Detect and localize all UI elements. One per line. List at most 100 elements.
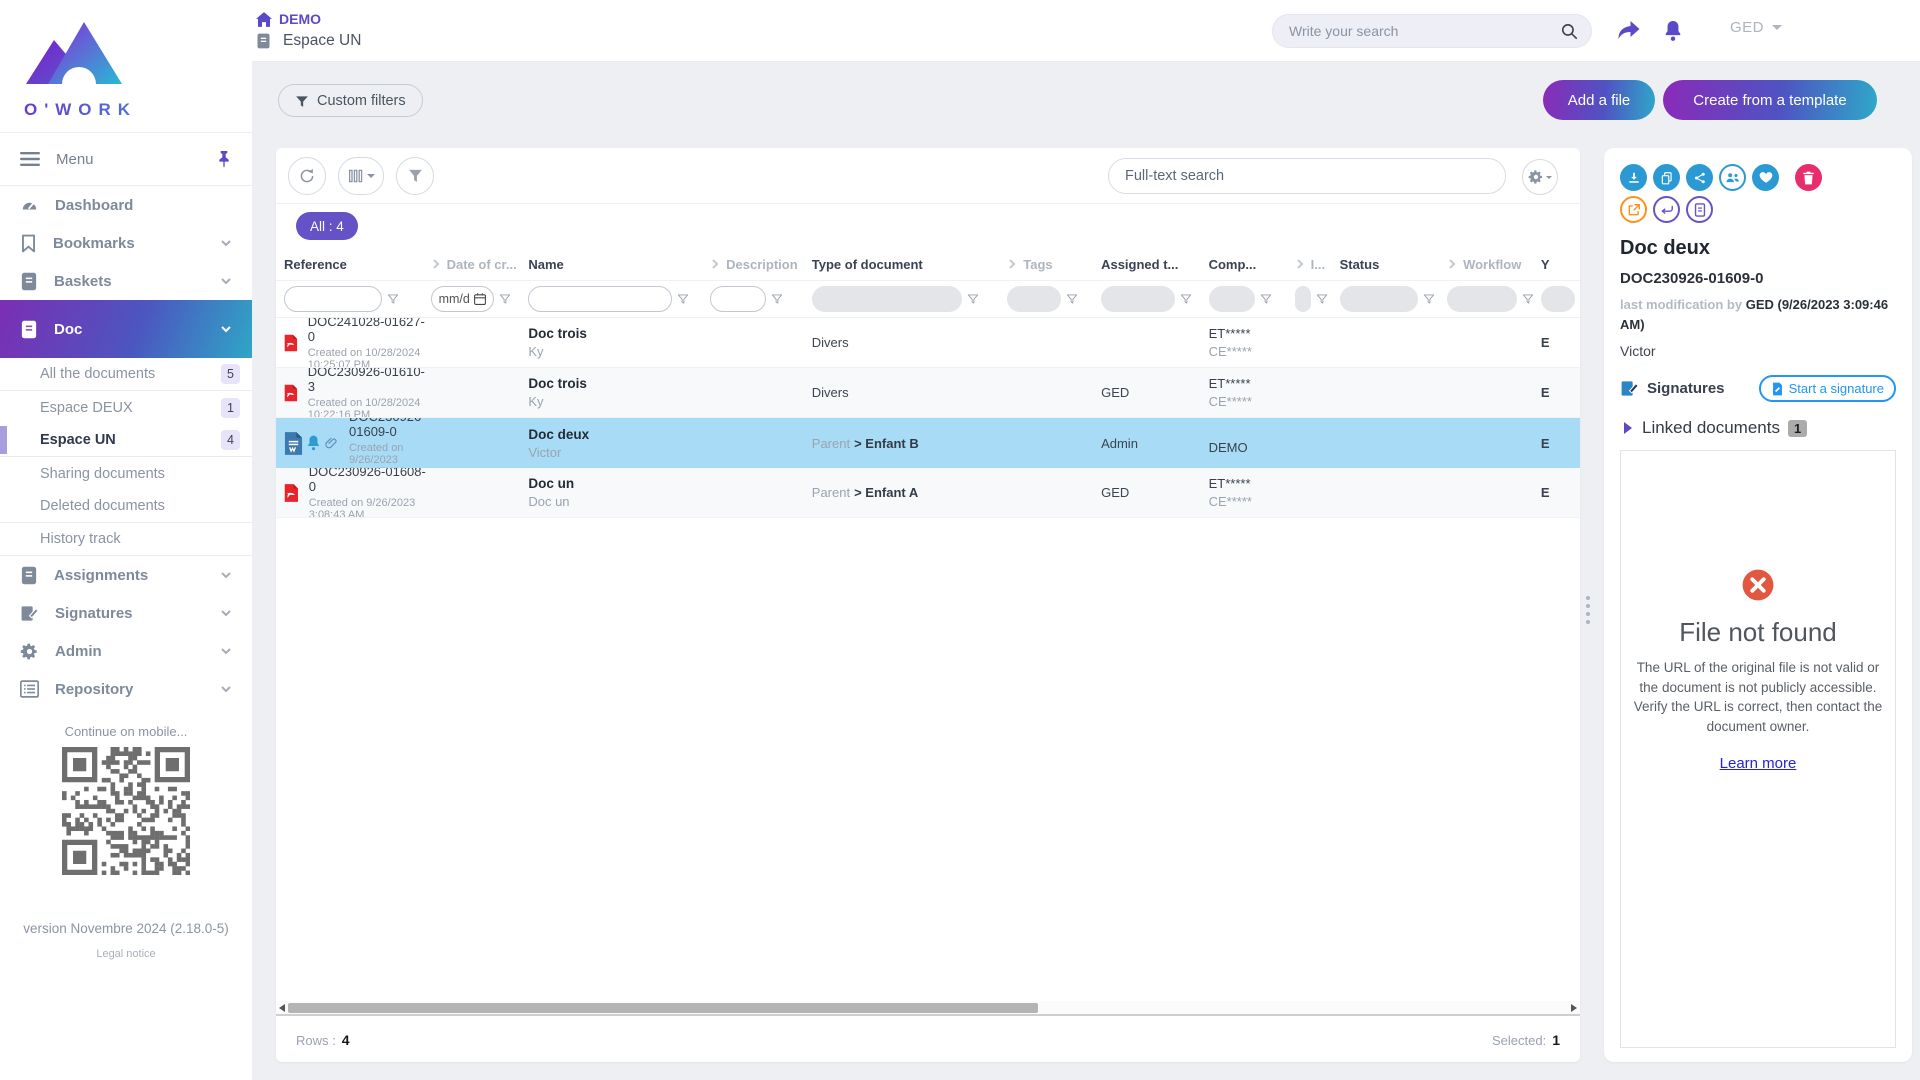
filter-assigned-select[interactable] bbox=[1101, 286, 1175, 312]
main-area: DEMO Espace UN bbox=[252, 0, 1920, 1080]
add-file-button[interactable]: Add a file bbox=[1543, 80, 1655, 120]
assign-users-button[interactable] bbox=[1719, 164, 1746, 191]
custom-filters-button[interactable]: Custom filters bbox=[278, 84, 423, 117]
filter-date-input[interactable]: mm/d bbox=[431, 286, 494, 312]
user-menu[interactable]: GED bbox=[1730, 19, 1782, 36]
sidebar-item-assignments[interactable]: Assignments bbox=[0, 556, 252, 594]
pdf-file-icon bbox=[284, 331, 298, 355]
document-name: Doc trois bbox=[528, 376, 587, 391]
column-header-y[interactable]: Y bbox=[1541, 257, 1580, 272]
menu-header: Menu bbox=[0, 132, 252, 186]
column-header-assigned[interactable]: Assigned t... bbox=[1101, 257, 1209, 272]
column-header-description[interactable]: Description bbox=[710, 257, 812, 272]
horizontal-scrollbar[interactable] bbox=[276, 1001, 1580, 1016]
filter-icon[interactable] bbox=[1315, 292, 1329, 306]
filter-icon[interactable] bbox=[966, 292, 980, 306]
reply-return-button[interactable] bbox=[1653, 196, 1680, 223]
filter-name-input[interactable] bbox=[528, 286, 672, 312]
document-properties-button[interactable] bbox=[1686, 196, 1713, 223]
column-header-name[interactable]: Name bbox=[528, 257, 710, 272]
filter-description-input[interactable] bbox=[710, 286, 766, 312]
breadcrumb-root[interactable]: DEMO bbox=[256, 8, 361, 30]
column-header-workflow[interactable]: Workflow bbox=[1447, 257, 1541, 272]
filter-status-select[interactable] bbox=[1340, 286, 1418, 312]
create-from-template-button[interactable]: Create from a template bbox=[1663, 80, 1877, 120]
scroll-left-arrow[interactable] bbox=[279, 1004, 285, 1012]
sidebar-item-deleted-documents[interactable]: Deleted documents bbox=[0, 490, 252, 523]
all-count-badge[interactable]: All : 4 bbox=[296, 212, 358, 240]
search-icon[interactable] bbox=[1560, 22, 1579, 41]
linked-documents-toggle[interactable]: Linked documents 1 bbox=[1620, 418, 1896, 438]
scrollbar-thumb[interactable] bbox=[288, 1003, 1038, 1013]
sidebar-item-bookmarks[interactable]: Bookmarks bbox=[0, 224, 252, 262]
document-type: Divers bbox=[812, 335, 849, 350]
filter-y-select[interactable] bbox=[1541, 286, 1575, 312]
fulltext-search-input[interactable] bbox=[1125, 168, 1489, 184]
sidebar-item-admin[interactable]: Admin bbox=[0, 632, 252, 670]
table-row[interactable]: DOC230926-01610-3 Created on 10/28/2024 … bbox=[276, 368, 1580, 418]
sidebar-item-espace-deux[interactable]: Espace DEUX 1 bbox=[0, 391, 252, 424]
assigned-to: GED bbox=[1101, 385, 1129, 400]
column-header-tags[interactable]: Tags bbox=[1007, 257, 1101, 272]
legal-notice-link[interactable]: Legal notice bbox=[0, 948, 252, 960]
filter-tags-select[interactable] bbox=[1007, 286, 1061, 312]
column-header-reference[interactable]: Reference bbox=[284, 257, 431, 272]
count-badge: 1 bbox=[221, 398, 240, 418]
document-name: Doc trois bbox=[528, 326, 587, 341]
filter-icon[interactable] bbox=[386, 292, 400, 306]
table-row[interactable]: DOC230926-01608-0 Created on 9/26/2023 3… bbox=[276, 468, 1580, 518]
sidebar-item-espace-un[interactable]: Espace UN 4 bbox=[0, 424, 252, 457]
column-header-company[interactable]: Comp... bbox=[1209, 257, 1295, 272]
pin-icon[interactable] bbox=[216, 150, 232, 168]
share-button[interactable] bbox=[1686, 164, 1713, 191]
filter-reference-input[interactable] bbox=[284, 286, 382, 312]
notifications-button[interactable] bbox=[1656, 14, 1690, 48]
copy-button[interactable] bbox=[1653, 164, 1680, 191]
table-row-selected[interactable]: DOC230926-01609-0 Created on 9/26/2023 3… bbox=[276, 418, 1580, 468]
favorite-button[interactable] bbox=[1752, 164, 1779, 191]
filter-button[interactable] bbox=[396, 157, 434, 195]
start-signature-button[interactable]: Start a signature bbox=[1759, 375, 1896, 402]
sidebar-item-doc[interactable]: Doc bbox=[0, 300, 252, 358]
sidebar-item-repository[interactable]: Repository bbox=[0, 670, 252, 708]
filter-icon[interactable] bbox=[1259, 292, 1273, 306]
filter-i-select[interactable] bbox=[1295, 286, 1311, 312]
panel-resize-grip[interactable] bbox=[1586, 596, 1590, 624]
gear-icon bbox=[20, 642, 39, 661]
column-header-type[interactable]: Type of document bbox=[812, 257, 1007, 272]
global-search-input[interactable] bbox=[1289, 23, 1560, 39]
open-external-button[interactable] bbox=[1620, 196, 1647, 223]
sidebar-item-history-track[interactable]: History track bbox=[0, 523, 252, 556]
document-subname: Victor bbox=[528, 445, 589, 460]
column-header-status[interactable]: Status bbox=[1340, 257, 1448, 272]
sidebar-item-sharing-documents[interactable]: Sharing documents bbox=[0, 457, 252, 490]
hamburger-icon[interactable] bbox=[20, 151, 40, 167]
filter-icon[interactable] bbox=[1521, 292, 1535, 306]
sidebar-item-dashboard[interactable]: Dashboard bbox=[0, 186, 252, 224]
refresh-button[interactable] bbox=[288, 157, 326, 195]
filter-workflow-select[interactable] bbox=[1447, 286, 1517, 312]
learn-more-link[interactable]: Learn more bbox=[1720, 755, 1797, 772]
filter-icon[interactable] bbox=[1179, 292, 1193, 306]
scroll-right-arrow[interactable] bbox=[1571, 1004, 1577, 1012]
column-header-date[interactable]: Date of cr... bbox=[431, 257, 529, 272]
filter-icon[interactable] bbox=[1065, 292, 1079, 306]
table-row[interactable]: DOC241028-01627-0 Created on 10/28/2024 … bbox=[276, 318, 1580, 368]
breadcrumb-current[interactable]: Espace UN bbox=[256, 30, 361, 52]
document-type-child: > Enfant A bbox=[854, 485, 918, 500]
filter-company-select[interactable] bbox=[1209, 286, 1255, 312]
filter-icon[interactable] bbox=[770, 292, 784, 306]
share-page-button[interactable] bbox=[1612, 14, 1646, 48]
columns-button[interactable] bbox=[338, 157, 384, 195]
sidebar-item-all-documents[interactable]: All the documents 5 bbox=[0, 358, 252, 391]
table-settings-button[interactable] bbox=[1522, 159, 1558, 195]
delete-button[interactable] bbox=[1795, 164, 1822, 191]
column-header-i[interactable]: I... bbox=[1295, 257, 1340, 272]
filter-icon[interactable] bbox=[676, 292, 690, 306]
filter-type-select[interactable] bbox=[812, 286, 962, 312]
filter-icon[interactable] bbox=[498, 292, 512, 306]
sidebar-item-signatures[interactable]: Signatures bbox=[0, 594, 252, 632]
sidebar-item-baskets[interactable]: Baskets bbox=[0, 262, 252, 300]
download-button[interactable] bbox=[1620, 164, 1647, 191]
filter-icon[interactable] bbox=[1422, 292, 1436, 306]
